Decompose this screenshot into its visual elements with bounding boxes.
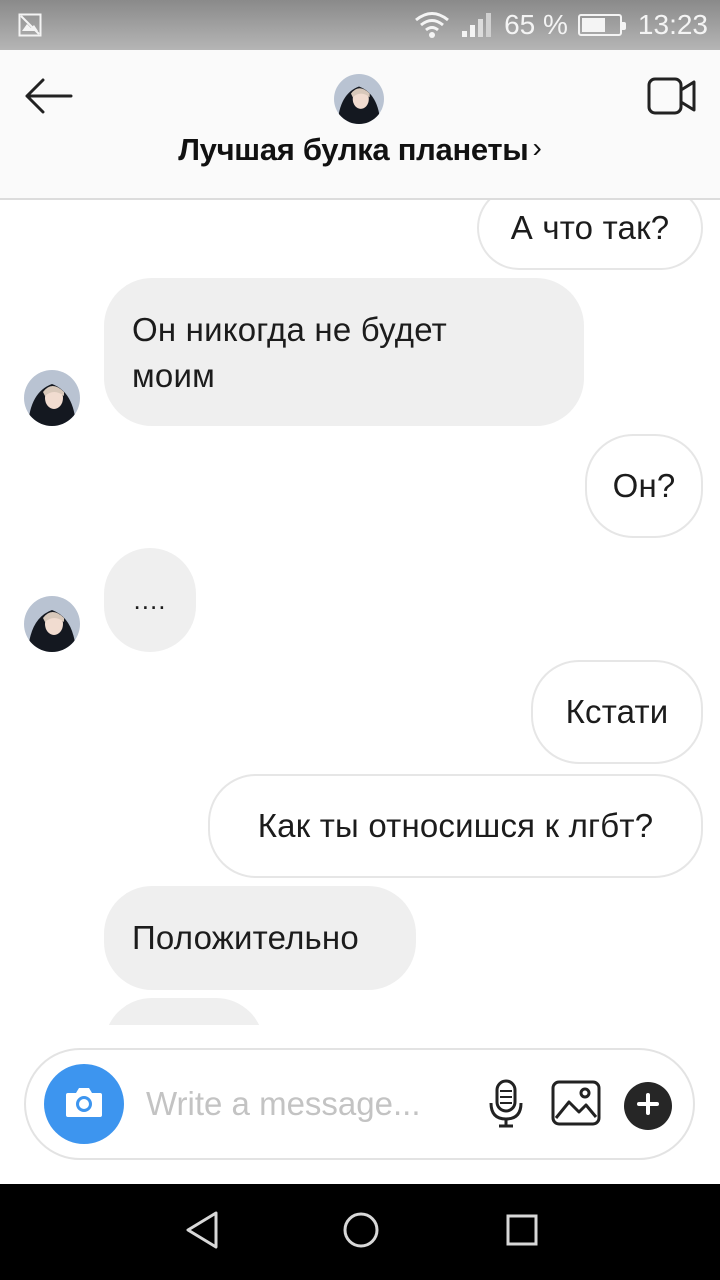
- message-text: Он никогда не будет моим: [132, 311, 447, 394]
- status-bar: 65 % 13:23: [0, 0, 720, 50]
- home-circle-icon: [342, 1211, 380, 1254]
- nav-back-button[interactable]: [182, 1210, 222, 1255]
- message-bubble-incoming[interactable]: Положительно: [104, 886, 416, 990]
- wifi-icon: [414, 11, 450, 39]
- status-right: 65 % 13:23: [414, 8, 708, 42]
- voice-message-button[interactable]: [484, 1078, 528, 1134]
- message-list[interactable]: А что так? Он никогда не будет моим Он? …: [0, 200, 720, 1025]
- message-text: Положительно: [132, 919, 359, 956]
- chat-header: Лучшая булка планеты ›: [0, 50, 720, 200]
- nav-recents-button[interactable]: [502, 1212, 542, 1252]
- recents-square-icon: [505, 1213, 539, 1252]
- message-bubble-outgoing[interactable]: А что так?: [477, 200, 703, 270]
- video-call-icon: [647, 76, 697, 121]
- message-bubble-outgoing[interactable]: Как ты относишся к лгбт?: [208, 774, 703, 878]
- sender-avatar[interactable]: [24, 370, 80, 426]
- message-text: ....: [133, 585, 167, 615]
- back-arrow-icon: [23, 78, 73, 119]
- chevron-right-icon: ›: [532, 132, 542, 163]
- message-text: А что так?: [510, 209, 670, 246]
- system-nav-bar: [0, 1184, 720, 1280]
- message-input[interactable]: [146, 1078, 476, 1130]
- video-call-button[interactable]: [642, 72, 702, 124]
- back-button[interactable]: [18, 70, 78, 126]
- message-text: Он?: [612, 467, 676, 504]
- message-bubble-outgoing[interactable]: Кстати: [531, 660, 703, 764]
- message-bubble-incoming[interactable]: Он никогда не будет моим: [104, 278, 584, 426]
- clock: 13:23: [637, 9, 708, 40]
- signal-icon: [460, 11, 494, 39]
- message-bubble-incoming[interactable]: ....: [104, 548, 196, 652]
- message-text: Как ты относишся к лгбт?: [257, 807, 654, 844]
- message-text: Кстати: [565, 693, 669, 730]
- chat-title-group[interactable]: Лучшая булка планеты ›: [0, 132, 720, 168]
- battery-icon: [577, 14, 626, 36]
- microphone-icon: [488, 1079, 524, 1134]
- camera-icon: [64, 1085, 104, 1124]
- chat-screen: 65 % 13:23 Лучшая булка планеты › А что …: [0, 0, 720, 1280]
- plus-icon: [636, 1092, 660, 1121]
- gallery-button[interactable]: [550, 1080, 602, 1130]
- image-icon: [18, 13, 42, 37]
- gallery-icon: [551, 1080, 601, 1131]
- camera-button[interactable]: [44, 1064, 124, 1144]
- message-bubble-incoming-partial[interactable]: [104, 998, 264, 1025]
- sender-avatar[interactable]: [24, 596, 80, 652]
- battery-fill: [581, 18, 605, 32]
- message-bubble-outgoing[interactable]: Он?: [585, 434, 703, 538]
- header-avatar[interactable]: [334, 74, 384, 124]
- back-triangle-icon: [184, 1210, 220, 1255]
- more-options-button[interactable]: [624, 1082, 672, 1130]
- battery-text: 65 %: [504, 9, 568, 40]
- message-composer: [24, 1048, 695, 1160]
- chat-title: Лучшая булка планеты: [178, 132, 529, 167]
- nav-home-button[interactable]: [341, 1212, 381, 1252]
